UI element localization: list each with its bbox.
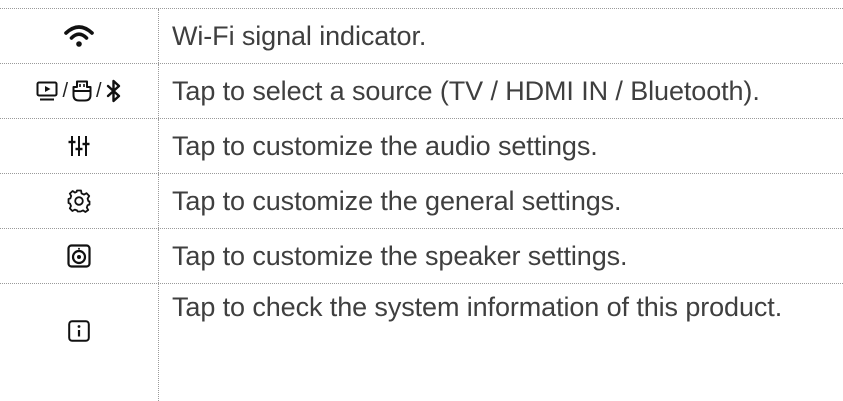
row-description: Tap to customize the audio settings. <box>172 131 598 161</box>
table-row: Tap to check the system information of t… <box>0 283 843 401</box>
table-row: / / Tap to select a source (TV / HDMI IN… <box>0 63 843 118</box>
row-description: Tap to check the system information of t… <box>172 292 783 322</box>
hdmi-icon <box>72 80 92 102</box>
row-description: Tap to customize the speaker settings. <box>172 241 628 271</box>
row-description: Tap to select a source (TV / HDMI IN / B… <box>172 76 760 106</box>
source-separator: / <box>62 79 68 102</box>
equalizer-icon <box>68 135 90 157</box>
table-row: Wi-Fi signal indicator. <box>0 8 843 63</box>
table-row: Tap to customize the audio settings. <box>0 118 843 173</box>
info-icon <box>68 320 90 342</box>
row-description: Tap to customize the general settings. <box>172 186 622 216</box>
table-row: Tap to customize the general settings. <box>0 173 843 228</box>
icon-description-table: Wi-Fi signal indicator. / / Tap to selec… <box>0 8 843 401</box>
gear-icon <box>67 189 91 213</box>
bluetooth-icon <box>106 79 122 103</box>
tv-icon <box>36 81 58 101</box>
wifi-icon <box>64 24 94 48</box>
table-row: Tap to customize the speaker settings. <box>0 228 843 283</box>
source-separator: / <box>96 79 102 102</box>
row-description: Wi-Fi signal indicator. <box>172 21 427 51</box>
speaker-icon <box>67 244 91 268</box>
